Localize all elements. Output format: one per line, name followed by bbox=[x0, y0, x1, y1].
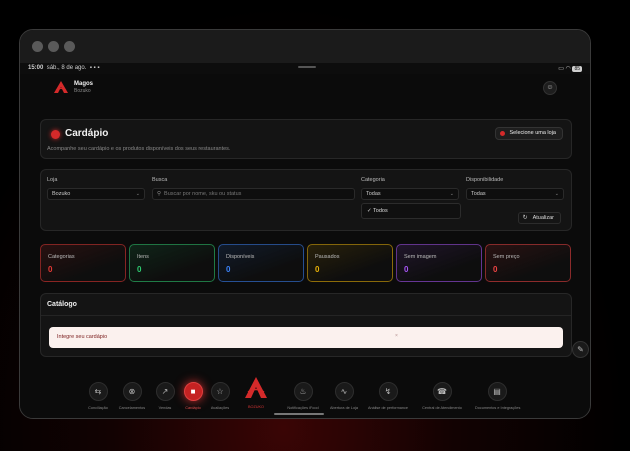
status-time-date: 15:00 sáb., 8 de ago. ▪ ▪ ▪ bbox=[28, 65, 100, 71]
alert-text: Integre seu cardápio bbox=[57, 334, 108, 340]
store-select[interactable]: Bozuko ⌄ bbox=[47, 188, 145, 200]
edit-icon[interactable]: ✎ bbox=[572, 341, 589, 358]
close-icon[interactable]: × bbox=[395, 333, 398, 339]
stat-label: Itens bbox=[137, 254, 149, 260]
status-icons: ▭ ◠ 85 bbox=[558, 66, 582, 72]
stat-value: 0 bbox=[137, 265, 142, 274]
stat-card: Categorias 0 bbox=[40, 244, 126, 282]
brand-name: Magos bbox=[74, 81, 94, 87]
dropdown-option[interactable]: ✓ Todos bbox=[367, 208, 388, 214]
status-bar: 15:00 sáb., 8 de ago. ▪ ▪ ▪ ▭ ◠ 85 bbox=[20, 63, 590, 74]
window-control-dot[interactable] bbox=[64, 41, 75, 52]
page-header-card: Cardápio Acompanhe seu cardápio e os pro… bbox=[40, 119, 572, 159]
page-title: Cardápio bbox=[65, 128, 109, 139]
brand-logo-icon bbox=[54, 81, 68, 93]
category-select[interactable]: Todas ⌄ bbox=[361, 188, 459, 200]
stat-value: 0 bbox=[226, 265, 231, 274]
pulse-icon: ∿ bbox=[334, 382, 354, 401]
bell-icon: ♨ bbox=[293, 382, 313, 401]
refresh-button[interactable]: ↻ Atualizar bbox=[517, 212, 561, 224]
store-label: Loja bbox=[47, 177, 58, 183]
dock-item-notificacoes[interactable]: ♨ Notificações iFood bbox=[281, 382, 325, 410]
app-header: Magos Bozuko ☺ bbox=[20, 74, 590, 102]
dock-item-avaliacoes[interactable]: ☆ Avaliações bbox=[198, 382, 242, 410]
stat-card: Sem imagem 0 bbox=[396, 244, 482, 282]
stat-value: 0 bbox=[493, 265, 498, 274]
window-control-dot[interactable] bbox=[48, 41, 59, 52]
select-store-button[interactable]: Selecione uma loja bbox=[494, 127, 563, 140]
refresh-icon: ↻ bbox=[522, 215, 528, 221]
menu-dot-icon bbox=[51, 130, 60, 139]
stat-label: Sem preço bbox=[493, 254, 520, 260]
cancel-icon: ⊗ bbox=[122, 382, 142, 401]
dock-item-abertura[interactable]: ∿ Abertura de Loja bbox=[322, 382, 366, 410]
chevron-down-icon: ⌄ bbox=[554, 191, 559, 197]
search-label: Busca bbox=[152, 177, 168, 183]
store-dot-icon bbox=[499, 131, 505, 136]
star-icon: ☆ bbox=[210, 382, 230, 401]
arrows-icon: ⇆ bbox=[88, 382, 108, 401]
chevron-down-icon: ⌄ bbox=[135, 191, 140, 197]
catalog-card: Catálogo Integre seu cardápio × bbox=[40, 293, 572, 357]
stat-value: 0 bbox=[404, 265, 409, 274]
title-bar bbox=[20, 30, 590, 63]
dock-item-performance[interactable]: ↯ Análise de performance bbox=[366, 382, 410, 410]
stat-card: Itens 0 bbox=[129, 244, 215, 282]
availability-label: Disponibilidade bbox=[466, 177, 504, 183]
stat-card: Sem preço 0 bbox=[485, 244, 571, 282]
stage: 15:00 sáb., 8 de ago. ▪ ▪ ▪ ▭ ◠ 85 Magos… bbox=[0, 0, 630, 451]
stat-card: Disponíveis 0 bbox=[218, 244, 304, 282]
stat-label: Disponíveis bbox=[226, 254, 255, 260]
dock-brand[interactable]: BOZUKO bbox=[241, 377, 271, 413]
catalog-title: Catálogo bbox=[47, 301, 77, 308]
notch-indicator bbox=[298, 66, 316, 68]
category-label: Categoria bbox=[361, 177, 385, 183]
availability-select[interactable]: Todas ⌄ bbox=[466, 188, 564, 200]
category-dropdown: ✓ Todos bbox=[361, 203, 461, 219]
window-frame: 15:00 sáb., 8 de ago. ▪ ▪ ▪ ▭ ◠ 85 Magos… bbox=[19, 29, 591, 419]
brand-subtitle: Bozuko bbox=[74, 88, 91, 94]
search-input[interactable]: ⚲ Buscar por nome, sku ou status bbox=[152, 188, 355, 200]
home-indicator bbox=[274, 413, 324, 415]
stat-label: Categorias bbox=[48, 254, 75, 260]
page-subtitle: Acompanhe seu cardápio e os produtos dis… bbox=[47, 146, 231, 152]
stat-label: Sem imagem bbox=[404, 254, 437, 260]
document-icon: ▤ bbox=[487, 382, 507, 401]
chevron-down-icon: ⌄ bbox=[449, 191, 454, 197]
dock-item-documentos[interactable]: ▤ Documentos e Integrações bbox=[475, 382, 520, 410]
brand-logo-icon bbox=[245, 377, 267, 398]
user-icon[interactable]: ☺ bbox=[543, 81, 557, 95]
catalog-header: Catálogo bbox=[41, 294, 571, 316]
integration-alert[interactable]: Integre seu cardápio × bbox=[49, 327, 563, 348]
stat-card: Pausados 0 bbox=[307, 244, 393, 282]
stat-value: 0 bbox=[315, 265, 320, 274]
stat-label: Pausados bbox=[315, 254, 340, 260]
bolt-icon: ↯ bbox=[378, 382, 398, 401]
stat-value: 0 bbox=[48, 265, 53, 274]
dock-brand-label: BOZUKO bbox=[247, 405, 265, 409]
app-content: Magos Bozuko ☺ Cardápio Acompanhe seu ca… bbox=[20, 74, 590, 418]
filters-card: Loja Bozuko ⌄ Busca ⚲ Buscar por nome, sku… bbox=[40, 169, 572, 231]
dock-item-atendimento[interactable]: ☎ Central de Atendimento bbox=[420, 382, 464, 410]
battery-icon: 85 bbox=[572, 66, 582, 72]
headset-icon: ☎ bbox=[432, 382, 452, 401]
search-icon: ⚲ bbox=[157, 191, 162, 197]
window-control-dot[interactable] bbox=[32, 41, 43, 52]
